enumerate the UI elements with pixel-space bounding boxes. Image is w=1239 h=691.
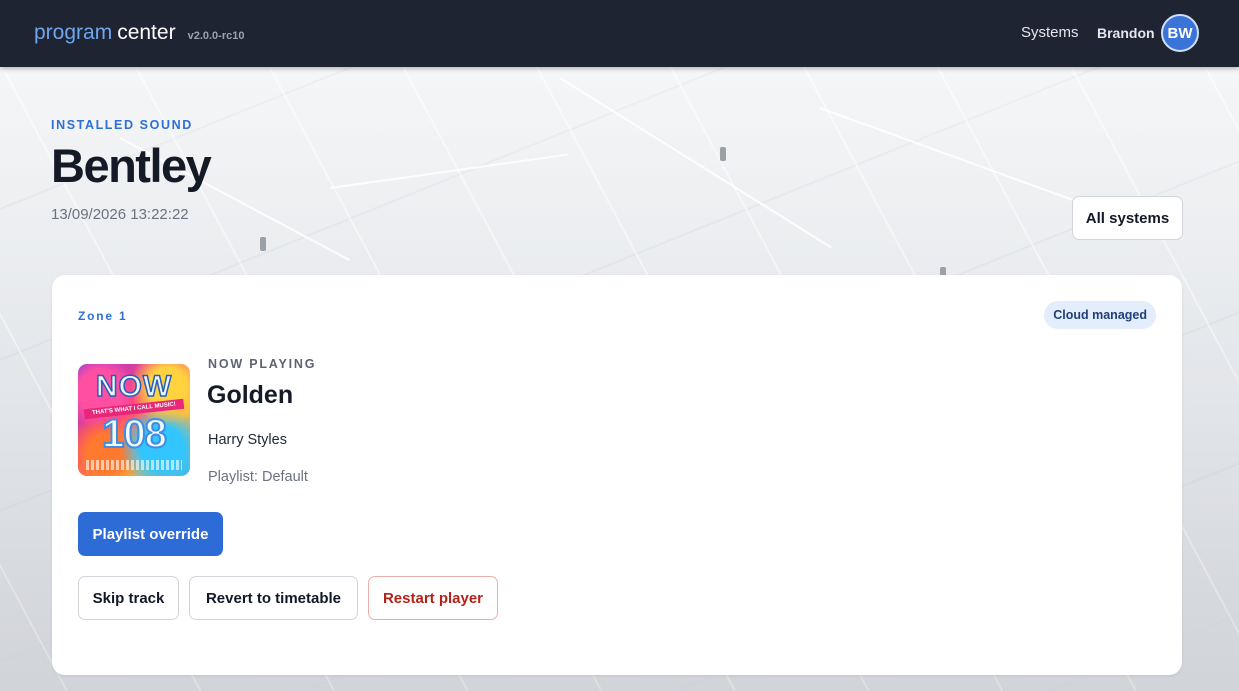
all-systems-button[interactable]: All systems [1072, 196, 1183, 240]
user-name: Brandon [1097, 25, 1155, 41]
version-label: v2.0.0-rc10 [187, 30, 245, 42]
page-title: Bentley [51, 139, 212, 192]
nav-link-systems[interactable]: Systems [1021, 24, 1079, 41]
system-timestamp: 13/09/2026 13:22:22 [51, 206, 189, 223]
brand-name-first: program [34, 21, 113, 44]
app-logo[interactable]: program center v2.0.0-rc10 [34, 21, 244, 45]
cover-text-now: NOW [95, 369, 173, 404]
cover-text-number: 108 [101, 411, 168, 457]
cover-tracklist-decoration [86, 460, 182, 470]
brand-name-second: center [117, 21, 176, 44]
skip-track-button[interactable]: Skip track [78, 576, 179, 620]
page-eyebrow: INSTALLED SOUND [51, 118, 193, 132]
status-badge: Cloud managed [1044, 301, 1156, 329]
track-playlist: Playlist: Default [208, 469, 308, 485]
now-playing-label: NOW PLAYING [208, 357, 317, 371]
track-artist: Harry Styles [208, 432, 287, 448]
top-navigation-bar: program center v2.0.0-rc10 Systems Brand… [0, 0, 1239, 67]
album-cover-image: NOW THAT'S WHAT I CALL MUSIC! 108 [78, 364, 190, 476]
zone-label: Zone 1 [78, 309, 128, 323]
restart-player-button[interactable]: Restart player [368, 576, 498, 620]
avatar[interactable]: BW [1161, 14, 1199, 52]
zone-card: Zone 1 Cloud managed NOW THAT'S WHAT I C… [52, 275, 1182, 675]
revert-to-timetable-button[interactable]: Revert to timetable [189, 576, 358, 620]
track-title: Golden [207, 381, 294, 409]
playlist-override-button[interactable]: Playlist override [78, 512, 223, 556]
